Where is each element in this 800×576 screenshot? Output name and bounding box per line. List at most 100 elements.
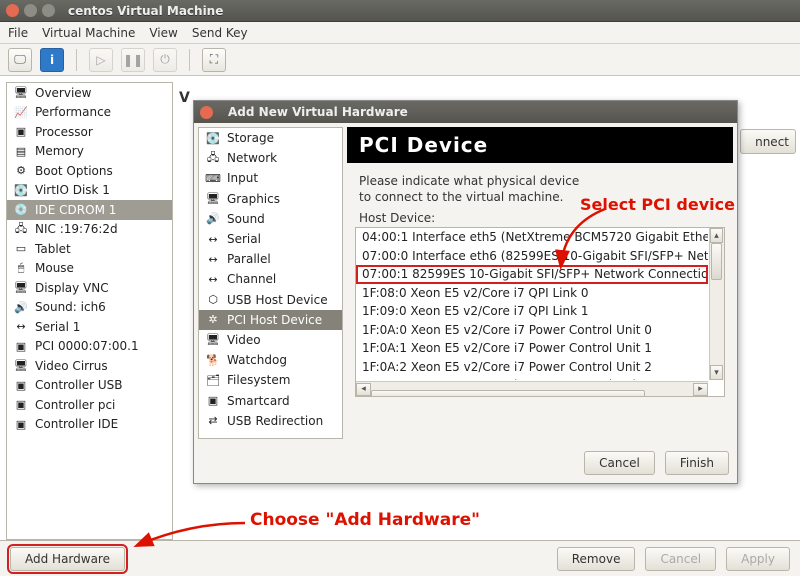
fullscreen-button[interactable]: ⛶ <box>202 48 226 72</box>
sidebar-item[interactable]: ▤Memory <box>7 142 172 162</box>
hardware-type-item[interactable]: 💽Storage <box>199 128 342 148</box>
hardware-type-item[interactable]: ✲PCI Host Device <box>199 310 342 330</box>
add-hardware-button[interactable]: Add Hardware <box>10 547 125 571</box>
sidebar-item[interactable]: ▣Processor <box>7 122 172 142</box>
hardware-type-item[interactable]: ↔Serial <box>199 229 342 249</box>
shutdown-button[interactable]: ⏻ <box>153 48 177 72</box>
console-button[interactable]: 🖵 <box>8 48 32 72</box>
menu-file[interactable]: File <box>8 26 28 40</box>
sidebar-item[interactable]: 🖥Video Cirrus <box>7 356 172 376</box>
host-device-item[interactable]: 1F:0A:2 Xeon E5 v2/Core i7 Power Control… <box>356 358 708 377</box>
sidebar-item[interactable]: 🖥Display VNC <box>7 278 172 298</box>
hw-type-label: Serial <box>227 232 261 246</box>
host-device-item[interactable]: 07:00:1 82599ES 10-Gigabit SFI/SFP+ Netw… <box>356 265 708 284</box>
device-icon: 💽 <box>13 183 29 197</box>
hardware-type-item[interactable]: ⇄USB Redirection <box>199 411 342 431</box>
host-device-item[interactable]: 1F:0A:0 Xeon E5 v2/Core i7 Power Control… <box>356 321 708 340</box>
sidebar-item[interactable]: 🖱Mouse <box>7 259 172 279</box>
hw-type-icon: ↔ <box>205 272 221 286</box>
run-button[interactable]: ▷ <box>89 48 113 72</box>
hw-type-label: Input <box>227 171 258 185</box>
device-icon: ▣ <box>13 417 29 431</box>
apply-button[interactable]: Apply <box>726 547 790 571</box>
sidebar-item[interactable]: 🔊Sound: ich6 <box>7 298 172 318</box>
sidebar-item[interactable]: ▣Controller IDE <box>7 415 172 435</box>
os-titlebar: centos Virtual Machine <box>0 0 800 22</box>
hardware-type-item[interactable]: ▣Smartcard <box>199 390 342 410</box>
dialog-finish-button[interactable]: Finish <box>665 451 729 475</box>
remove-button[interactable]: Remove <box>557 547 636 571</box>
scroll-thumb[interactable] <box>711 243 722 280</box>
device-icon: 🖥 <box>13 86 29 100</box>
host-device-item[interactable]: 1F:0A:1 Xeon E5 v2/Core i7 Power Control… <box>356 339 708 358</box>
host-device-item[interactable]: 1F:0A:3 Xeon E5 v2/Core i7 Power Control… <box>356 376 708 380</box>
hardware-type-item[interactable]: 🗂Filesystem <box>199 370 342 390</box>
scroll-down-icon[interactable]: ▾ <box>710 365 723 380</box>
connect-button[interactable]: nnect <box>740 129 796 154</box>
sidebar-item-label: Serial 1 <box>35 320 80 334</box>
menu-send-key[interactable]: Send Key <box>192 26 248 40</box>
sidebar-item-label: Boot Options <box>35 164 113 178</box>
button-label: Finish <box>680 456 714 470</box>
hardware-type-item[interactable]: 🖧Network <box>199 148 342 168</box>
hardware-type-item[interactable]: 🖥Graphics <box>199 189 342 209</box>
close-icon[interactable] <box>200 106 213 119</box>
hw-type-label: Network <box>227 151 277 165</box>
hardware-type-item[interactable]: 🔊Sound <box>199 209 342 229</box>
sidebar-item[interactable]: 💽 VirtIO Disk 1 <box>7 181 172 201</box>
menu-virtual-machine[interactable]: Virtual Machine <box>42 26 135 40</box>
scroll-left-icon[interactable]: ◂ <box>356 383 371 396</box>
sidebar-item[interactable]: ▭Tablet <box>7 239 172 259</box>
sidebar-item[interactable]: ▣Controller pci <box>7 395 172 415</box>
sidebar-item-label: Overview <box>35 86 92 100</box>
hardware-type-item[interactable]: ↔Parallel <box>199 249 342 269</box>
info-icon: i <box>50 53 54 67</box>
host-device-item[interactable]: 04:00:1 Interface eth5 (NetXtreme BCM572… <box>356 228 708 247</box>
scroll-right-icon[interactable]: ▸ <box>693 383 708 396</box>
host-device-item[interactable]: 1F:08:0 Xeon E5 v2/Core i7 QPI Link 0 <box>356 284 708 303</box>
host-device-item[interactable]: 1F:09:0 Xeon E5 v2/Core i7 QPI Link 1 <box>356 302 708 321</box>
menu-view[interactable]: View <box>149 26 177 40</box>
dialog-main-pane: PCI Device Please indicate what physical… <box>347 127 733 439</box>
pause-button[interactable]: ❚❚ <box>121 48 145 72</box>
hw-type-label: USB Redirection <box>227 414 323 428</box>
sidebar-item[interactable]: ⚙ Boot Options <box>7 161 172 181</box>
horizontal-scrollbar[interactable]: ◂ ▸ <box>356 381 708 396</box>
device-icon: ▭ <box>13 242 29 256</box>
scroll-thumb[interactable] <box>371 390 645 397</box>
host-device-list[interactable]: 04:00:1 Interface eth5 (NetXtreme BCM572… <box>355 227 725 397</box>
host-device-item[interactable]: 07:00:0 Interface eth6 (82599ES 10-Gigab… <box>356 247 708 266</box>
hw-type-label: Video <box>227 333 261 347</box>
sidebar-item[interactable]: 💿IDE CDROM 1 <box>7 200 172 220</box>
sidebar-item[interactable]: 🖥 Overview <box>7 83 172 103</box>
hw-type-label: Graphics <box>227 192 280 206</box>
hardware-type-item[interactable]: 🐕Watchdog <box>199 350 342 370</box>
sidebar-item[interactable]: ↔ Serial 1 <box>7 317 172 337</box>
scroll-up-icon[interactable]: ▴ <box>710 228 723 243</box>
info-button[interactable]: i <box>40 48 64 72</box>
button-label: nnect <box>755 135 789 149</box>
device-icon: ↔ <box>13 320 29 334</box>
sidebar-item[interactable]: ▣PCI 0000:07:00.1 <box>7 337 172 357</box>
close-icon[interactable] <box>6 4 19 17</box>
minimize-icon[interactable] <box>24 4 37 17</box>
sidebar-item[interactable]: 🖧NIC :19:76:2d <box>7 220 172 240</box>
sidebar-item[interactable]: ▣Controller USB <box>7 376 172 396</box>
sidebar-item[interactable]: 📈Performance <box>7 103 172 123</box>
dialog-cancel-button[interactable]: Cancel <box>584 451 655 475</box>
sidebar-item-label: VirtIO Disk 1 <box>35 183 110 197</box>
device-icon: 📈 <box>13 105 29 119</box>
maximize-icon[interactable] <box>42 4 55 17</box>
hardware-type-item[interactable]: 🖥Video <box>199 330 342 350</box>
hardware-type-item[interactable]: ⌨Input <box>199 168 342 188</box>
hardware-type-item[interactable]: ⬡USB Host Device <box>199 290 342 310</box>
hw-type-label: Parallel <box>227 252 271 266</box>
cancel-button[interactable]: Cancel <box>645 547 716 571</box>
sidebar-item-label: Controller USB <box>35 378 122 392</box>
sidebar-item-label: Processor <box>35 125 93 139</box>
device-icon: ⚙ <box>13 164 29 178</box>
dialog-prompt: Please indicate what physical device to … <box>347 163 733 207</box>
hardware-type-item[interactable]: ↔Channel <box>199 269 342 289</box>
vertical-scrollbar[interactable]: ▴ ▾ <box>709 228 724 380</box>
content-header-fragment: V <box>179 90 190 106</box>
